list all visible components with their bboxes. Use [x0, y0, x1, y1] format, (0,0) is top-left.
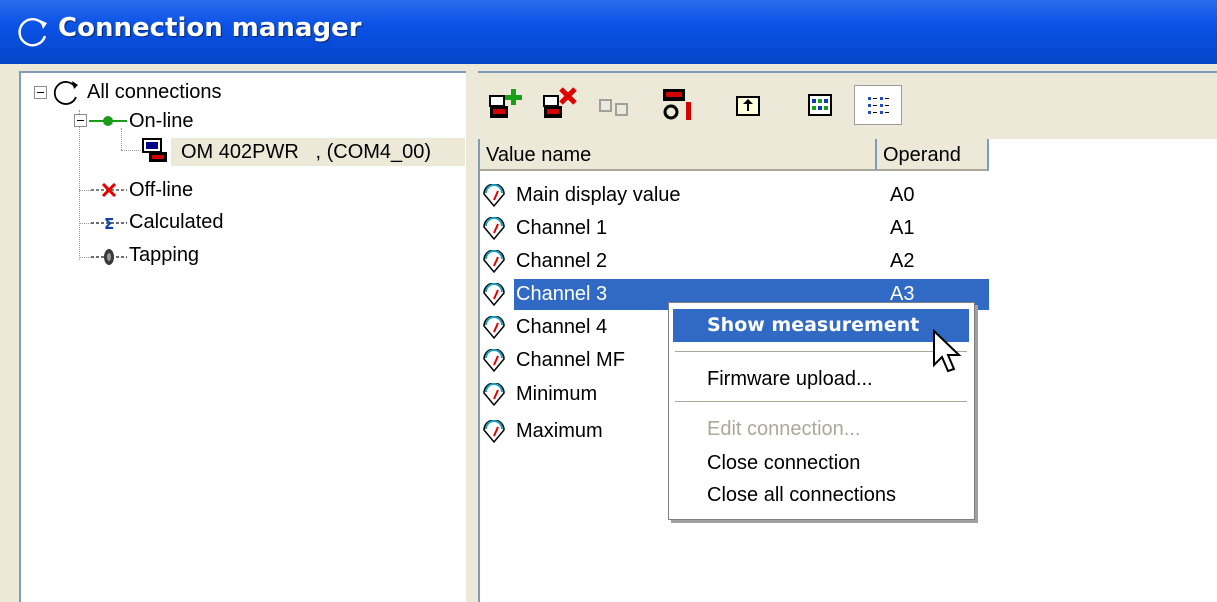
window-title: Connection manager — [58, 13, 362, 43]
device-settings-icon — [663, 89, 691, 120]
operand: A0 — [890, 184, 915, 206]
large-icons-view-button[interactable] — [800, 85, 840, 125]
context-menu: Show measurement Firmware upload... Edit… — [668, 302, 975, 520]
copy-icon — [599, 99, 628, 116]
menu-item-close-all-connections[interactable]: Close all connections — [673, 479, 969, 512]
menu-separator — [675, 401, 967, 402]
toolbar — [478, 71, 1217, 139]
title-bar: Connection manager — [0, 0, 1217, 64]
tree-item-tapping[interactable]: Tapping — [129, 243, 199, 267]
refresh-circle-icon — [53, 81, 78, 105]
value-name: Channel MF — [516, 349, 625, 371]
list-item[interactable]: Main display value A0 — [480, 179, 1217, 212]
tree-line — [121, 128, 123, 150]
sigma-link-icon: Σ — [91, 215, 127, 231]
folder-up-button[interactable] — [728, 85, 768, 125]
value-name: Channel 3 — [516, 283, 608, 305]
gauge-icon — [483, 283, 505, 307]
svg-text:Σ: Σ — [104, 215, 114, 231]
tree-line — [79, 257, 91, 259]
value-name: Main display value — [516, 184, 681, 206]
online-link-icon — [89, 116, 127, 126]
value-name: Channel 2 — [516, 250, 608, 272]
refresh-circle-icon — [18, 18, 47, 47]
gauge-icon — [483, 184, 505, 208]
tree-line — [79, 110, 81, 260]
gauge-icon — [483, 250, 505, 274]
details-view-icon — [868, 97, 889, 114]
tree-line — [79, 190, 91, 192]
value-name: Channel 4 — [516, 316, 608, 338]
folder-up-icon — [736, 96, 760, 116]
menu-item-edit-connection: Edit connection... — [707, 418, 861, 440]
add-connection-icon — [489, 89, 522, 118]
menu-item-show-measurement[interactable]: Show measurement — [673, 309, 969, 342]
menu-item-close-connection[interactable]: Close connection — [673, 447, 969, 480]
device-icon — [142, 138, 167, 162]
value-name: Channel 1 — [516, 217, 608, 239]
gauge-icon — [483, 316, 505, 340]
online-expander[interactable] — [74, 114, 87, 127]
copy-button[interactable] — [594, 85, 634, 125]
tree-item-device[interactable]: OM 402PWR , (COM4_00) — [181, 140, 431, 164]
tree-item-offline[interactable]: Off-line — [129, 178, 193, 202]
device-settings-button[interactable] — [658, 85, 698, 125]
details-view-button[interactable] — [854, 85, 902, 125]
add-connection-button[interactable] — [486, 85, 526, 125]
column-header-operand[interactable]: Operand — [877, 139, 989, 171]
value-name: Maximum — [516, 420, 603, 442]
gauge-icon — [483, 349, 505, 373]
offline-link-icon — [91, 183, 127, 197]
gauge-icon — [483, 420, 505, 444]
remove-connection-button[interactable] — [540, 85, 580, 125]
tree-item-online[interactable]: On-line — [129, 109, 193, 133]
splitter[interactable] — [466, 64, 478, 602]
ear-link-icon — [91, 249, 127, 265]
operand: A1 — [890, 217, 915, 239]
mouse-cursor-icon — [933, 329, 962, 373]
operand: A2 — [890, 250, 915, 272]
remove-connection-icon — [543, 87, 577, 118]
column-header-value-name[interactable]: Value name — [480, 139, 877, 171]
root-expander[interactable] — [34, 86, 47, 99]
tree-line — [121, 150, 141, 152]
tree-item-calculated[interactable]: Calculated — [129, 210, 224, 234]
value-name: Minimum — [516, 383, 598, 405]
large-icons-view-icon — [808, 94, 832, 116]
gauge-icon — [483, 383, 505, 407]
list-item[interactable]: Channel 1 A1 — [480, 212, 1217, 245]
connection-tree[interactable]: All connections On-line OM 402PWR , (COM… — [19, 71, 466, 602]
tree-item-all-connections[interactable]: All connections — [87, 80, 222, 104]
menu-separator — [675, 351, 967, 352]
gauge-icon — [483, 217, 505, 241]
list-item[interactable]: Channel 2 A2 — [480, 245, 1217, 278]
menu-item-firmware-upload[interactable]: Firmware upload... — [673, 363, 969, 396]
tree-line — [79, 223, 91, 225]
